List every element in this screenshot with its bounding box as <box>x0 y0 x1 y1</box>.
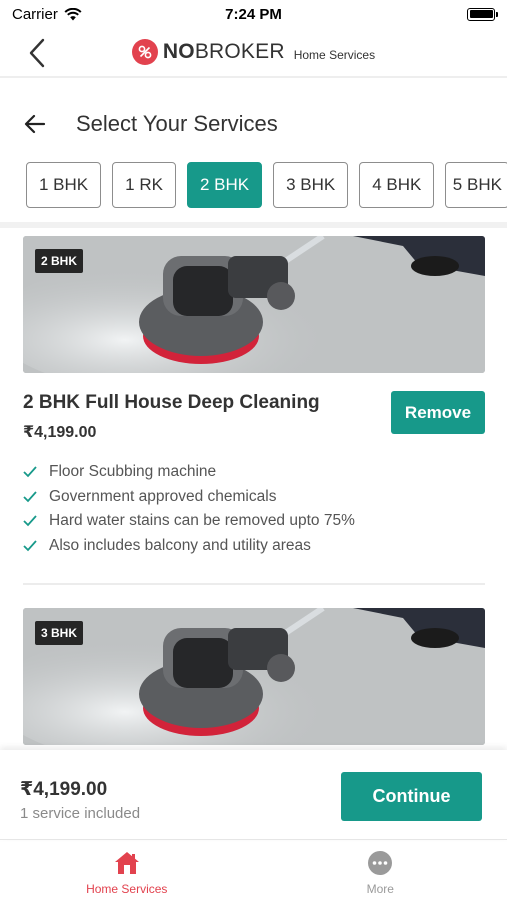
brand-subtitle: Home Services <box>293 47 376 62</box>
order-summary: ₹4,199.00 1 service included Continue <box>0 750 507 840</box>
card-divider <box>23 583 485 585</box>
check-icon <box>23 514 39 528</box>
chip-4-bhk[interactable]: 4 BHK <box>359 162 435 208</box>
brand-logo-icon <box>131 39 158 65</box>
service-card: 2 BHK 2 BHK Full House Deep Cleaning ₹4,… <box>23 236 485 585</box>
feature-text: Also includes balcony and utility areas <box>49 536 311 554</box>
wifi-icon <box>64 7 82 20</box>
tab-more[interactable]: More <box>254 841 507 900</box>
feature-item: Government approved chemicals <box>23 485 355 510</box>
more-icon <box>368 851 393 875</box>
status-bar: Carrier 7:24 PM <box>0 0 507 28</box>
feature-text: Floor Scubbing machine <box>49 463 217 481</box>
check-icon <box>23 490 39 504</box>
chip-1-rk[interactable]: 1 RK <box>112 162 176 208</box>
summary-total: ₹4,199.00 <box>20 779 108 800</box>
summary-count: 1 service included <box>20 805 141 822</box>
home-icon <box>114 852 139 874</box>
carrier-label: Carrier <box>12 5 58 23</box>
service-badge: 3 BHK <box>35 621 84 645</box>
battery-icon <box>467 7 498 21</box>
page-title: Select Your Services <box>76 111 278 136</box>
tab-label: Home Services <box>86 882 168 896</box>
service-card: 3 BHK <box>23 608 485 745</box>
continue-button[interactable]: Continue <box>341 772 482 821</box>
chip-5-bhk[interactable]: 5 BHK <box>445 162 507 208</box>
app-header: NOBROKER Home Services <box>0 28 507 78</box>
status-left: Carrier <box>12 6 82 23</box>
service-image: 3 BHK <box>23 608 485 745</box>
back-button[interactable] <box>24 112 48 136</box>
feature-item: Floor Scubbing machine <box>23 460 355 485</box>
feature-text: Hard water stains can be removed upto 75… <box>49 512 355 530</box>
check-icon <box>23 465 39 479</box>
remove-button[interactable]: Remove <box>391 391 485 434</box>
service-list[interactable]: 2 BHK 2 BHK Full House Deep Cleaning ₹4,… <box>0 228 507 750</box>
feature-item: Hard water stains can be removed upto 75… <box>23 509 355 534</box>
chip-2-bhk[interactable]: 2 BHK <box>186 162 263 208</box>
bhk-chip-list: 1 BHK 1 RK 2 BHK 3 BHK 4 BHK 5 BHK <box>26 162 507 208</box>
arrow-left-icon <box>24 114 46 134</box>
feature-list: Floor Scubbing machine Government approv… <box>23 460 355 558</box>
chip-3-bhk[interactable]: 3 BHK <box>273 162 349 208</box>
nav-back-button[interactable] <box>22 36 52 70</box>
tab-bar: Home Services More <box>0 841 507 900</box>
feature-item: Also includes balcony and utility areas <box>23 534 355 559</box>
service-title: 2 BHK Full House Deep Cleaning <box>23 392 320 413</box>
feature-text: Government approved chemicals <box>49 487 277 505</box>
service-badge: 2 BHK <box>35 249 84 273</box>
tab-label: More <box>366 882 394 896</box>
service-image: 2 BHK <box>23 236 485 373</box>
service-price: ₹4,199.00 <box>23 424 97 441</box>
check-icon <box>23 539 39 553</box>
brand-name: NOBROKER <box>162 40 285 63</box>
tab-home-services[interactable]: Home Services <box>0 841 254 900</box>
title-row: Select Your Services <box>0 98 507 150</box>
brand: NOBROKER Home Services <box>131 39 376 65</box>
chevron-left-icon <box>29 38 45 68</box>
chip-1-bhk[interactable]: 1 BHK <box>26 162 102 208</box>
